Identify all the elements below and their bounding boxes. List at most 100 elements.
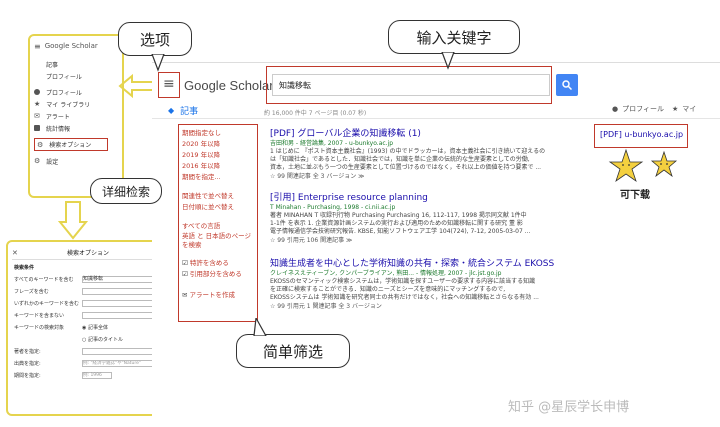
result-item: 知識生成者を中心とした学術知識の共有・探索・統合システム EKOSS クレイネス… (270, 258, 588, 322)
sidebar-item-settings[interactable]: ⚙ 設定 (34, 155, 120, 167)
phrase-field[interactable] (82, 287, 154, 295)
result-title[interactable]: [PDF] グローバル企業の知識移転 (1) (270, 128, 588, 140)
author-field[interactable] (82, 347, 154, 355)
sidebar-item-advanced-search[interactable]: ⚙ 検索オプション (34, 138, 108, 151)
checkbox-icon: ☑ (182, 259, 188, 267)
watermark: 知乎 @星辰学长申博 (508, 400, 630, 415)
field-placeholder: 例: "経済学雑誌"や"Nature" (83, 360, 141, 366)
result-snippet: を正確に検索することができる．知識のニーズとシーズを意味的にマッチングするので, (270, 286, 506, 293)
result-count: 約 16,000 件中 7 ページ目 (0.07 秒) (264, 110, 367, 117)
checkbox-label: 特許を含める (189, 259, 229, 267)
callout-text: 选项 (139, 30, 170, 49)
result-title[interactable]: 知識生成者を中心とした学術知識の共有・探索・統合システム EKOSS (270, 258, 588, 270)
divider (152, 118, 720, 119)
callout-simple-filter: 简单筛选 (236, 334, 350, 368)
articles-tab[interactable]: ◆ 記事 (168, 104, 198, 117)
form-label: 期間を指定: (14, 372, 41, 379)
sidebar-item-label: アラート (45, 113, 70, 121)
sidebar-logo: Google Scholar (44, 42, 98, 50)
exclude-words-field[interactable] (82, 311, 154, 319)
form-label: フレーズを含む (14, 288, 49, 295)
sidebar-item-profile[interactable]: プロフィール (34, 86, 120, 98)
download-label: 可下载 (620, 190, 650, 201)
result-title[interactable]: [引用] Enterprise resource planning (270, 192, 588, 204)
result-meta: クレイネスえティーブン, クンパーブライアン, 熊田... - 情報処理, 20… (270, 270, 502, 277)
mail-icon: ✉ (182, 291, 188, 299)
sidebar-item-alerts[interactable]: ✉ アラート (34, 110, 120, 122)
result-snippet: は「知識社会」であるとした．知識社会では，知識を単に企業の伝統的な生産要素として… (270, 156, 530, 163)
result-item: [引用] Enterprise resource planning T Mina… (270, 192, 588, 258)
tab-label: 記事 (180, 107, 199, 117)
sidebar-item-label: プロフィール (46, 89, 82, 97)
alert-label: アラートを作成 (189, 291, 236, 299)
radio-title-only[interactable]: ○ 記事のタイトル (82, 336, 123, 343)
filter-custom-range[interactable]: 期間を指定... (182, 172, 256, 183)
logo-text: Google Scholar (184, 78, 274, 93)
filter-since-2016[interactable]: 2016 年以降 (182, 161, 256, 172)
menu-button[interactable]: ≡ (163, 76, 175, 92)
sidebar-item-metrics[interactable]: 統計情報 (34, 122, 120, 134)
sidebar-item-label: 設定 (46, 158, 59, 166)
radio-label: 記事全体 (87, 324, 108, 331)
result-actions[interactable]: ☆ 99 引用元 1 関連記事 全 3 バージョン (270, 302, 588, 311)
lang-en-ja[interactable]: 英語 と 日本語のページを検索 (182, 232, 256, 250)
result-snippet: EKOSSのセマンティック検索システムは，学術知識を探すユーザーの要求する内容に… (270, 278, 536, 285)
search-value: 知識移転 (279, 80, 311, 90)
search-input[interactable]: 知識移転 (272, 74, 550, 96)
close-icon[interactable]: ✕ (12, 249, 24, 257)
pdf-download-link[interactable]: [PDF] u-bunkyo.ac.jp (600, 130, 683, 139)
filter-since-2019[interactable]: 2019 年以降 (182, 150, 256, 161)
form-row: 著者を指定: (14, 345, 168, 357)
lang-any[interactable]: すべての言語 (182, 221, 256, 232)
sort-by-date[interactable]: 日付順に並べ替え (182, 202, 256, 213)
chart-icon (34, 125, 40, 131)
checkbox-icon: ☑ (182, 270, 188, 278)
sidebar-item-label: 記事 (46, 61, 59, 69)
filter-since-2020[interactable]: 2020 年以降 (182, 139, 256, 150)
sort-by-relevance[interactable]: 関連性で並べ替え (182, 191, 256, 202)
any-words-field[interactable] (82, 299, 154, 307)
filter-any-time[interactable]: 期間指定なし (182, 128, 256, 139)
form-label: すべてのキーワードを含む (14, 276, 74, 283)
result-item: [PDF] グローバル企業の知識移転 (1) 吉田和男 - 経営論集, 2007… (270, 128, 588, 192)
person-icon (34, 89, 40, 95)
form-row: いずれかのキーワードを含む (14, 297, 168, 309)
form-row: キーワードを含まない (14, 309, 168, 321)
callout-pointer (253, 318, 267, 336)
my-library-label: マイ (682, 105, 697, 113)
result-meta: T Minahan - Purchasing, 1998 - ci.nii.ac… (270, 204, 396, 211)
source-field[interactable]: 例: "経済学雑誌"や"Nature" (82, 359, 154, 367)
all-words-field[interactable]: 知識移転 (82, 275, 154, 283)
gear-icon: ⚙ (34, 157, 41, 165)
search-icon (562, 80, 572, 90)
include-patents[interactable]: ☑ 特許を含める (182, 258, 256, 269)
star-icon: ★ (671, 105, 679, 113)
field-placeholder: 例: 1996 (83, 372, 102, 378)
callout-options: 选项 (118, 22, 192, 56)
radio-whole-article[interactable]: ◉ 記事全体 (82, 324, 108, 331)
result-meta: 吉田和男 - 経営論集, 2007 - u-bunkyo.ac.jp (270, 140, 394, 147)
result-actions[interactable]: ☆ 99 関連記事 全 3 バージョン ≫ (270, 172, 588, 181)
sidebar-item-library[interactable]: ★ マイ ライブラリ (34, 98, 120, 110)
sidebar-item-label: マイ ライブラリ (46, 101, 91, 109)
checkbox-label: 引用部分を含める (189, 270, 242, 278)
result-snippet: 1 はじめに 『ポスト資本主義社会』(1993) の中でドラッカーは，資本主義社… (270, 148, 546, 155)
scholar-logo[interactable]: Google Scholar (184, 78, 274, 94)
sidebar-item-profile-top[interactable]: プロフィール (34, 70, 120, 82)
dialog-section-title: 検索条件 (14, 265, 35, 271)
callout-pointer (441, 52, 455, 70)
form-label: キーワードの検索対象 (14, 324, 65, 331)
include-citations[interactable]: ☑ 引用部分を含める (182, 269, 256, 280)
search-button[interactable] (556, 74, 578, 96)
result-actions[interactable]: ☆ 99 引用元 106 関連記事 ≫ (270, 236, 588, 245)
sidebar-item-label: プロフィール (46, 73, 82, 81)
create-alert[interactable]: ✉ アラートを作成 (182, 290, 256, 301)
sidebar-item-articles[interactable]: 記事 (34, 58, 120, 70)
date-field[interactable]: 例: 1996 (82, 371, 112, 379)
person-icon: ● (612, 105, 619, 113)
profile-link[interactable]: ● プロフィール ★ マイ (612, 104, 696, 114)
radio-label: 記事のタイトル (87, 336, 123, 343)
form-row: キーワードの検索対象 ◉ 記事全体 (14, 321, 168, 333)
hamburger-icon[interactable]: ≡ (34, 42, 41, 51)
callout-text: 详细检索 (101, 184, 150, 199)
